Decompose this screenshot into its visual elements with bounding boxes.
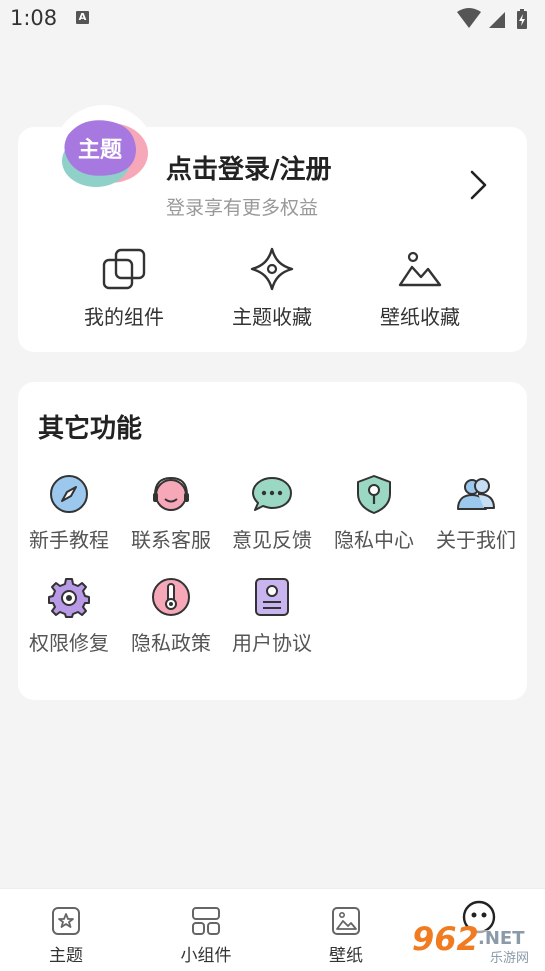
svg-text:.NET: .NET [478, 928, 525, 949]
login-title[interactable]: 点击登录/注册 [166, 149, 332, 186]
document-icon [222, 573, 322, 621]
login-subtitle: 登录享有更多权益 [166, 197, 319, 219]
func-privacy-policy[interactable]: 隐私政策 [121, 573, 221, 656]
shield-key-icon [324, 470, 424, 518]
status-time: 1:08 [10, 6, 58, 30]
tab-label: 主题 [49, 946, 83, 966]
func-tutorial[interactable]: 新手教程 [19, 470, 119, 553]
tab-wallpaper[interactable]: 壁纸 [301, 905, 391, 966]
svg-text:乐游网: 乐游网 [490, 951, 529, 966]
quick-wallpaper-favorites[interactable]: 壁纸收藏 [355, 245, 485, 330]
gear-icon [19, 573, 119, 621]
notification-icon: A [76, 11, 89, 24]
func-label: 权限修复 [29, 631, 109, 655]
login-card[interactable]: 主题 点击登录/注册 登录享有更多权益 我的组件 主题收藏 壁纸收藏 [18, 105, 527, 352]
tab-theme[interactable]: 主题 [21, 905, 111, 966]
func-customer-service[interactable]: 联系客服 [121, 470, 221, 553]
quick-my-widgets[interactable]: 我的组件 [59, 245, 189, 330]
func-about-us[interactable]: 关于我们 [426, 470, 526, 553]
compass-icon [19, 470, 119, 518]
func-feedback[interactable]: 意见反馈 [222, 470, 322, 553]
thermometer-icon [121, 573, 221, 621]
quick-label: 主题收藏 [232, 305, 312, 329]
wifi-icon [457, 8, 481, 28]
widget-grid-icon [161, 905, 251, 937]
image-icon [355, 245, 485, 293]
func-label: 意见反馈 [232, 528, 312, 552]
theme-logo-icon: 主题 [62, 120, 148, 187]
func-permission-repair[interactable]: 权限修复 [19, 573, 119, 656]
tab-label: 壁纸 [329, 946, 363, 966]
svg-text:962: 962 [412, 920, 479, 958]
func-label: 关于我们 [436, 528, 516, 552]
chat-bubble-icon [222, 470, 322, 518]
watermark-logo: 962 .NET 乐游网 [408, 906, 540, 966]
theme-star-icon [21, 905, 111, 937]
section-title: 其它功能 [38, 414, 143, 444]
func-label: 隐私中心 [334, 528, 414, 552]
status-bar: 1:08 A [0, 0, 545, 38]
func-privacy-center[interactable]: 隐私中心 [324, 470, 424, 553]
other-functions-card: 其它功能 新手教程 联系客服 意见反馈 隐私中心 关于我们 权限修复 隐私政策 … [18, 382, 527, 700]
wallpaper-icon [301, 905, 391, 937]
quick-theme-favorites[interactable]: 主题收藏 [207, 245, 337, 330]
chevron-right-icon[interactable] [466, 169, 490, 205]
tab-label: 小组件 [180, 946, 232, 966]
signal-icon [489, 12, 505, 28]
func-user-agreement[interactable]: 用户协议 [222, 573, 322, 656]
battery-icon [517, 9, 527, 29]
avatar-text: 主题 [78, 138, 123, 163]
avatar[interactable]: 主题 [52, 105, 156, 209]
widgets-icon [59, 245, 189, 293]
people-icon [426, 470, 526, 518]
func-label: 联系客服 [131, 528, 211, 552]
tab-widgets[interactable]: 小组件 [161, 905, 251, 966]
star-favorite-icon [207, 245, 337, 293]
customer-service-icon [121, 470, 221, 518]
func-label: 用户协议 [232, 631, 312, 655]
func-label: 隐私政策 [131, 631, 211, 655]
quick-label: 我的组件 [84, 305, 164, 329]
func-label: 新手教程 [29, 528, 109, 552]
status-icons [455, 8, 535, 34]
quick-label: 壁纸收藏 [380, 305, 460, 329]
